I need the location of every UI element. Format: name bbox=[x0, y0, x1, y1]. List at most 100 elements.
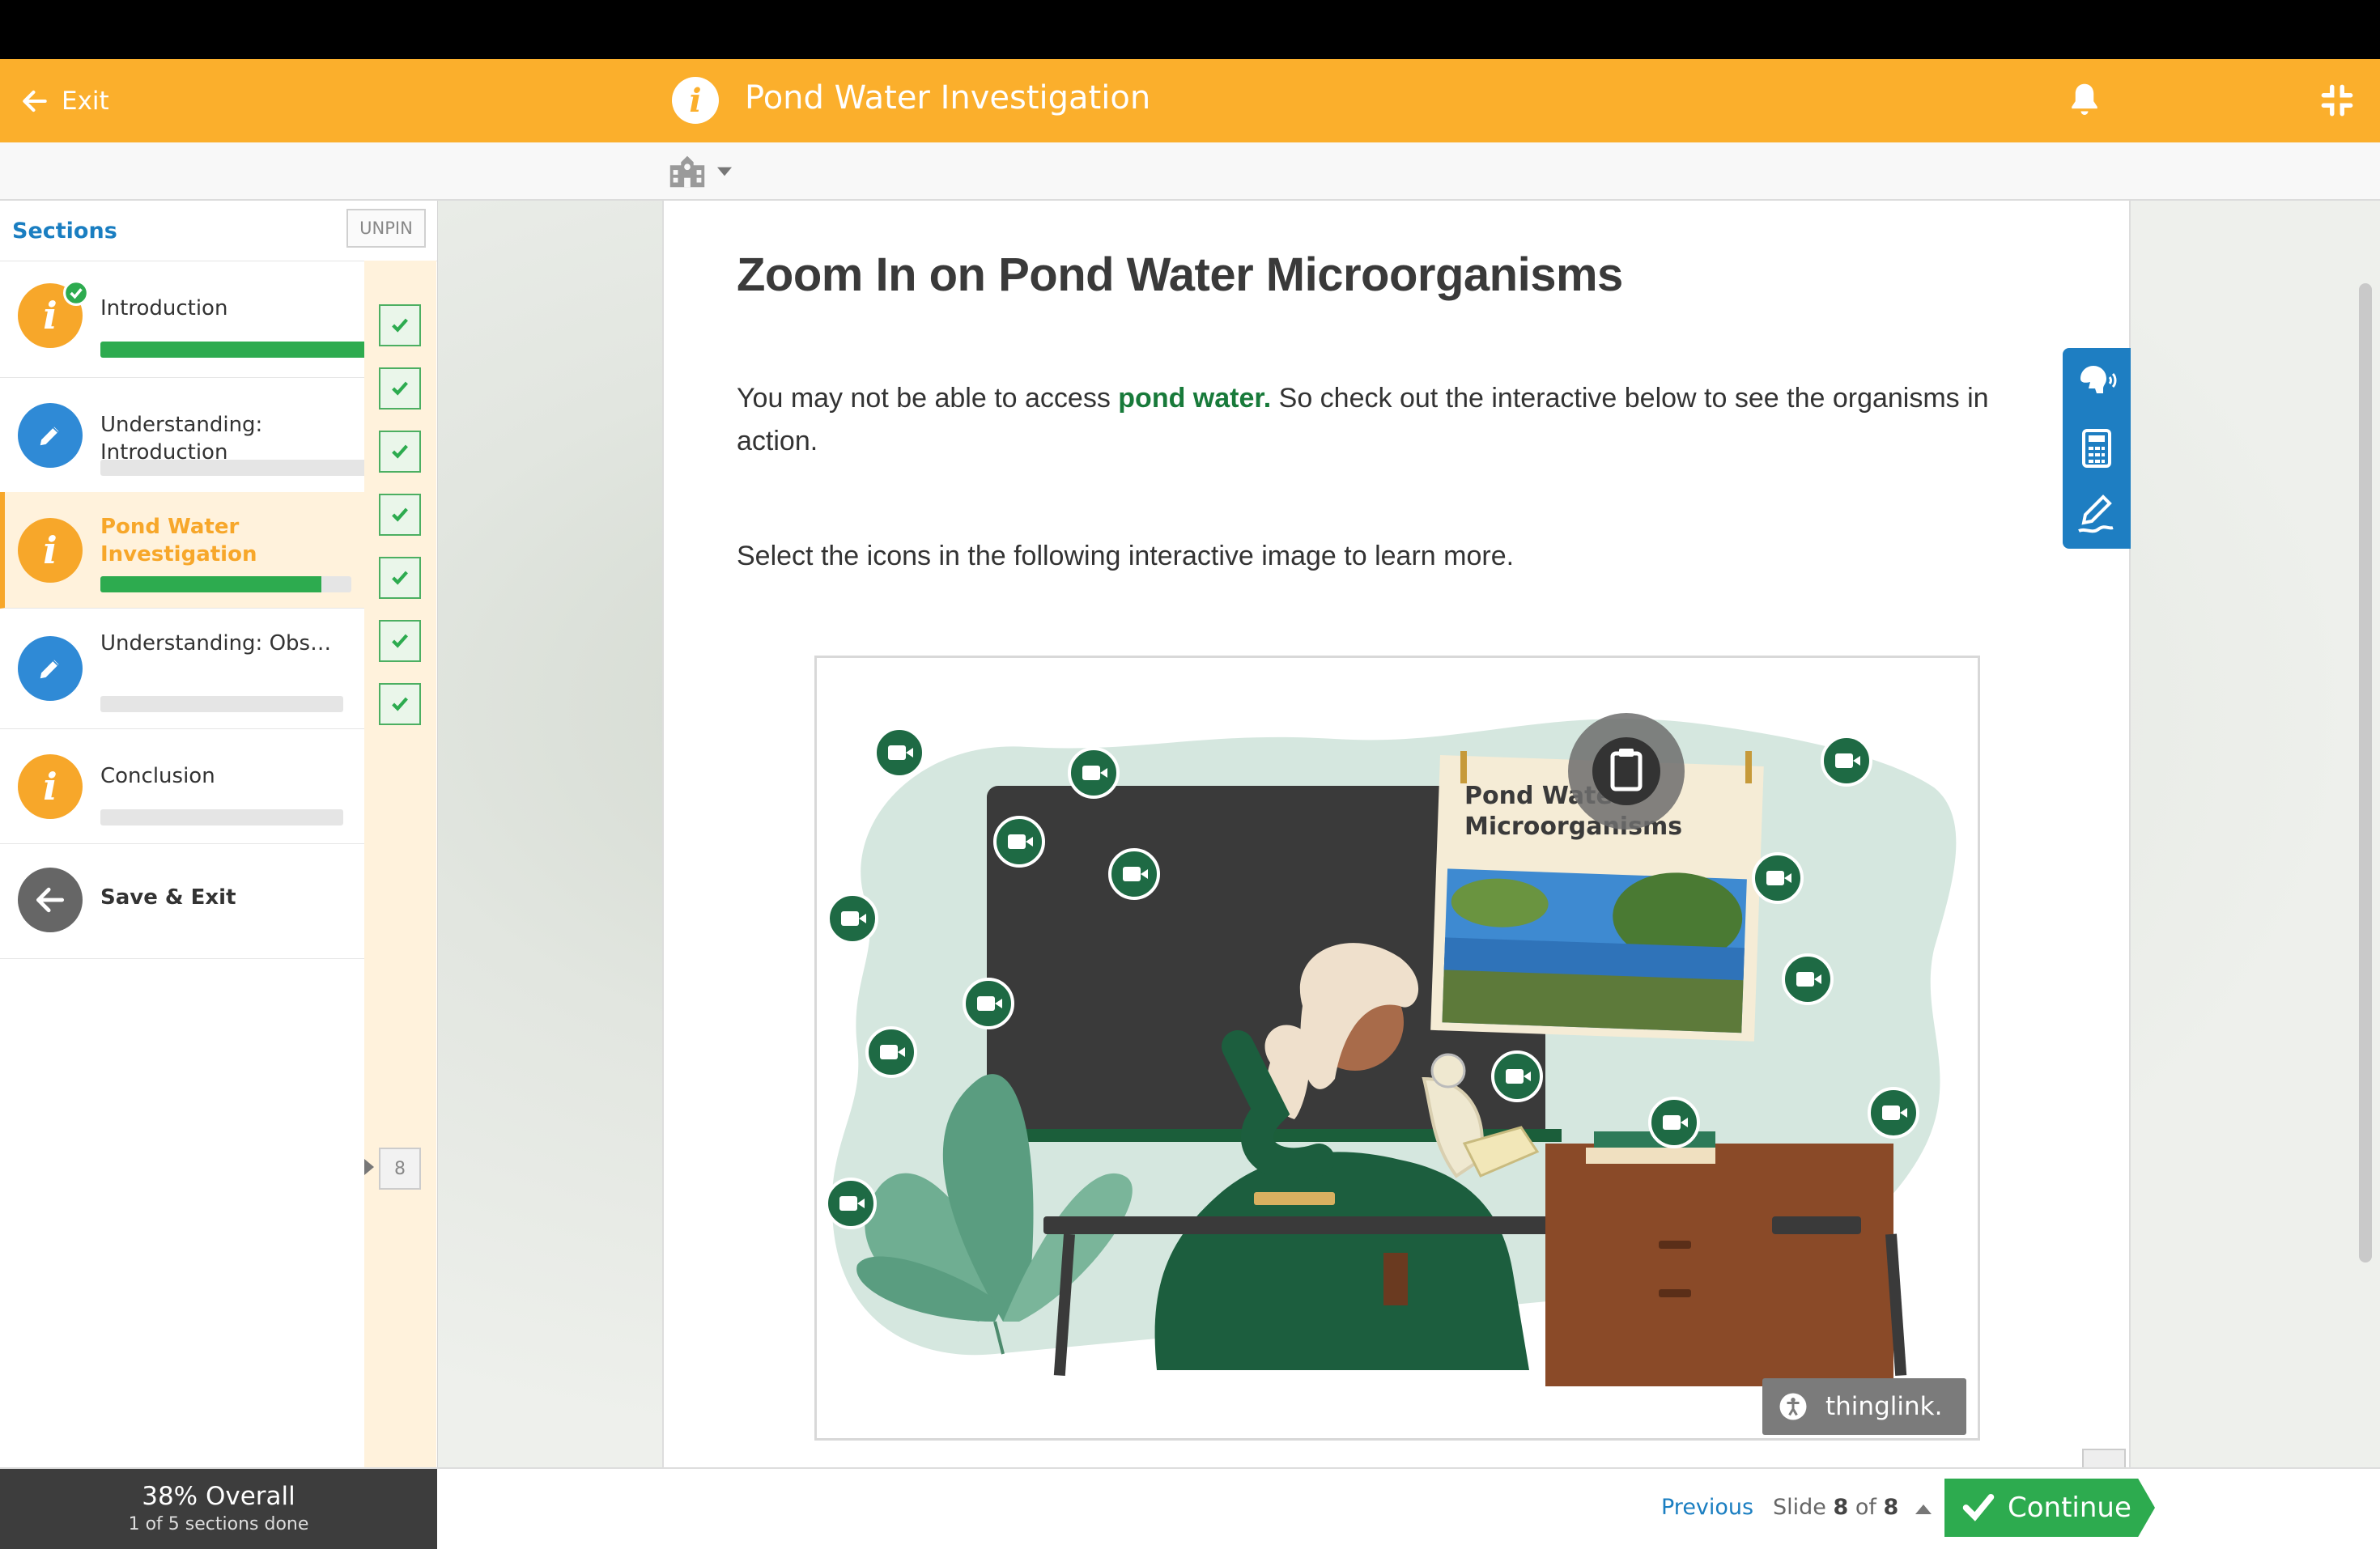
continue-button[interactable]: Continue bbox=[1944, 1479, 2155, 1537]
video-hotspot-12[interactable] bbox=[1782, 953, 1834, 1008]
thinglink-label: thinglink. bbox=[1825, 1392, 1943, 1421]
section-item-introduction[interactable]: i Introduction bbox=[0, 261, 416, 378]
caret-up-icon bbox=[1915, 1504, 1932, 1514]
section-item-understanding-introduction[interactable]: Understanding: Introduction bbox=[0, 377, 416, 493]
overall-progress-panel: 38% Overall 1 of 5 sections done bbox=[0, 1469, 437, 1549]
video-hotspot-14[interactable] bbox=[1868, 1087, 1919, 1142]
arrow-left-icon bbox=[23, 90, 47, 112]
slide-check-3[interactable] bbox=[379, 431, 421, 473]
video-camera-icon bbox=[1108, 848, 1160, 900]
video-camera-icon bbox=[827, 893, 878, 944]
video-hotspot-5[interactable] bbox=[1108, 848, 1160, 903]
section-label: Save & Exit bbox=[100, 885, 236, 910]
bottom-navigation-bar: 38% Overall 1 of 5 sections done Previou… bbox=[0, 1467, 2380, 1549]
school-icon bbox=[669, 155, 705, 188]
slide-check-5[interactable] bbox=[379, 557, 421, 599]
save-and-exit-item[interactable]: Save & Exit bbox=[0, 843, 364, 959]
info-icon: i bbox=[672, 77, 719, 124]
section-item-conclusion[interactable]: i Conclusion bbox=[0, 728, 364, 844]
top-black-bar bbox=[0, 0, 2380, 59]
checkmark-icon bbox=[1962, 1493, 1995, 1521]
video-hotspot-8[interactable] bbox=[825, 1178, 877, 1233]
video-hotspot-9[interactable] bbox=[1491, 1050, 1543, 1106]
video-camera-icon bbox=[1868, 1087, 1919, 1139]
section-progress bbox=[100, 696, 343, 712]
calculator-icon[interactable] bbox=[2074, 426, 2119, 471]
section-label: Conclusion bbox=[100, 764, 215, 788]
video-hotspot-7[interactable] bbox=[865, 1026, 917, 1081]
sections-sidebar: Sections UNPIN i Introduction Understand… bbox=[0, 201, 438, 1467]
slide-counter[interactable]: Slide 8 of 8 bbox=[1773, 1495, 1932, 1520]
clipboard-hotspot[interactable] bbox=[1568, 713, 1685, 830]
sections-heading: Sections bbox=[12, 219, 117, 244]
video-camera-icon bbox=[865, 1026, 917, 1078]
section-item-pond-water-investigation[interactable]: i Pond Water Investigation bbox=[0, 492, 364, 609]
pond-water-term[interactable]: pond water. bbox=[1118, 383, 1271, 414]
video-hotspot-3[interactable] bbox=[1068, 747, 1120, 802]
section-progress bbox=[100, 576, 351, 592]
video-hotspot-6[interactable] bbox=[963, 978, 1014, 1033]
video-hotspot-1[interactable] bbox=[873, 727, 925, 782]
video-camera-icon bbox=[1752, 852, 1804, 904]
school-menu-button[interactable] bbox=[665, 152, 732, 191]
slide-check-6[interactable] bbox=[379, 620, 421, 662]
bell-icon[interactable] bbox=[2063, 79, 2106, 125]
page-scrollbar[interactable] bbox=[2359, 283, 2372, 1263]
slide-counter-text: Slide bbox=[1773, 1495, 1834, 1520]
slide-check-1[interactable] bbox=[379, 304, 421, 346]
video-camera-icon bbox=[1068, 747, 1120, 799]
video-camera-icon bbox=[993, 816, 1045, 868]
exit-button[interactable]: Exit bbox=[19, 79, 109, 124]
slide-content: Zoom In on Pond Water Microorganisms You… bbox=[662, 201, 2131, 1467]
tools-panel bbox=[2063, 348, 2131, 549]
caret-right-icon bbox=[364, 1159, 374, 1175]
section-label: Understanding: Introduction bbox=[100, 413, 263, 465]
slide-current: 8 bbox=[1833, 1495, 1849, 1520]
scientist-illustration: Pond Water Microorganisms bbox=[831, 713, 1957, 1386]
thinglink-badge[interactable]: thinglink. bbox=[1762, 1378, 1966, 1435]
section-label: Pond Water Investigation bbox=[100, 515, 257, 567]
slide-check-2[interactable] bbox=[379, 367, 421, 410]
previous-button[interactable]: Previous bbox=[1661, 1495, 1753, 1520]
unpin-button[interactable]: UNPIN bbox=[346, 209, 426, 248]
slide-total: 8 bbox=[1883, 1495, 1899, 1520]
video-camera-icon bbox=[963, 978, 1014, 1029]
video-hotspot-4[interactable] bbox=[827, 893, 878, 948]
arrow-left-icon bbox=[18, 868, 83, 932]
accessibility-icon bbox=[1779, 1393, 1807, 1420]
intro-paragraph: You may not be able to access pond water… bbox=[737, 377, 2032, 463]
video-hotspot-2[interactable] bbox=[993, 816, 1045, 871]
video-camera-icon bbox=[825, 1178, 877, 1229]
video-hotspot-11[interactable] bbox=[1821, 735, 1872, 790]
video-camera-icon bbox=[1648, 1097, 1700, 1148]
overall-percent: 38% Overall bbox=[142, 1482, 295, 1511]
section-label: Introduction bbox=[100, 296, 228, 320]
section-label: Understanding: Observing Single-cell… bbox=[100, 631, 343, 656]
instruction-text: Select the icons in the following intera… bbox=[737, 541, 1515, 571]
app-header: Exit i Pond Water Investigation bbox=[0, 59, 2380, 142]
section-progress bbox=[100, 809, 343, 825]
secondary-toolbar bbox=[0, 142, 2380, 201]
slide-check-4[interactable] bbox=[379, 494, 421, 536]
video-camera-icon bbox=[873, 727, 925, 779]
info-icon: i bbox=[18, 754, 83, 819]
slide-8-indicator[interactable]: 8 bbox=[379, 1148, 421, 1190]
slide-check-column: 8 bbox=[364, 261, 436, 1467]
video-camera-icon bbox=[1782, 953, 1834, 1005]
sections-done-text: 1 of 5 sections done bbox=[128, 1514, 309, 1534]
caret-down-icon bbox=[717, 167, 732, 176]
pencil-icon bbox=[18, 403, 83, 468]
thinglink-interactive-image[interactable]: Pond Water Microorganisms thinglink. bbox=[814, 656, 1980, 1441]
section-item-understanding-observing[interactable]: Understanding: Observing Single-cell… bbox=[0, 609, 364, 729]
text-to-speech-icon[interactable] bbox=[2074, 359, 2119, 405]
exit-label: Exit bbox=[62, 87, 109, 116]
sections-header: Sections UNPIN bbox=[0, 201, 437, 261]
slide-check-7[interactable] bbox=[379, 683, 421, 725]
compress-icon[interactable] bbox=[2317, 80, 2357, 124]
slide-title: Zoom In on Pond Water Microorganisms bbox=[737, 248, 1623, 301]
video-hotspot-10[interactable] bbox=[1648, 1097, 1700, 1152]
pencil-icon bbox=[18, 636, 83, 701]
annotate-pen-icon[interactable] bbox=[2074, 490, 2119, 536]
info-icon: i bbox=[18, 518, 83, 583]
video-hotspot-13[interactable] bbox=[1752, 852, 1804, 907]
